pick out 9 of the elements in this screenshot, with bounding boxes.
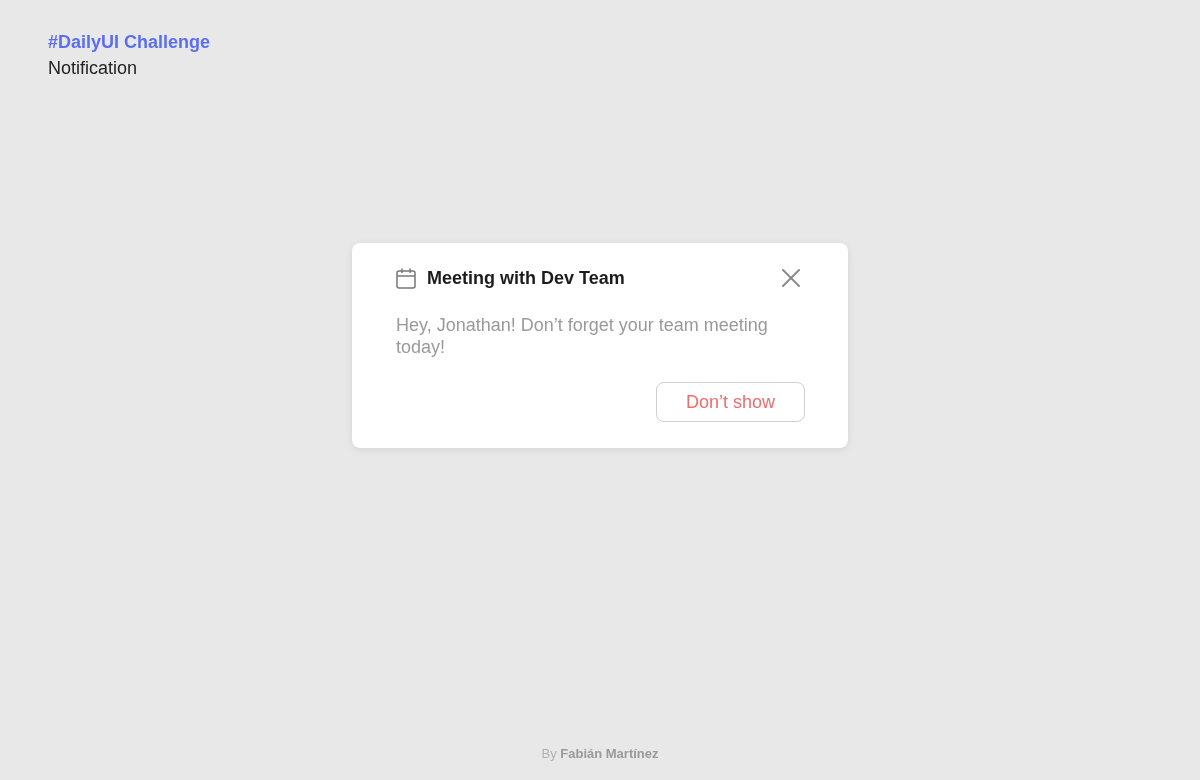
author-credit: By Fabián Martínez xyxy=(541,746,659,761)
dont-show-button[interactable]: Don’t show xyxy=(656,382,805,422)
calendar-icon xyxy=(396,267,416,289)
notification-message: Hey, Jonathan! Don’t forget your team meeting today! xyxy=(396,314,769,358)
challenge-title: #DailyUI Challenge xyxy=(48,31,212,53)
notification-title: Meeting with Dev Team xyxy=(427,267,626,289)
challenge-subtitle: Notification xyxy=(48,57,139,79)
close-icon xyxy=(782,269,800,287)
close-button[interactable] xyxy=(782,269,800,287)
